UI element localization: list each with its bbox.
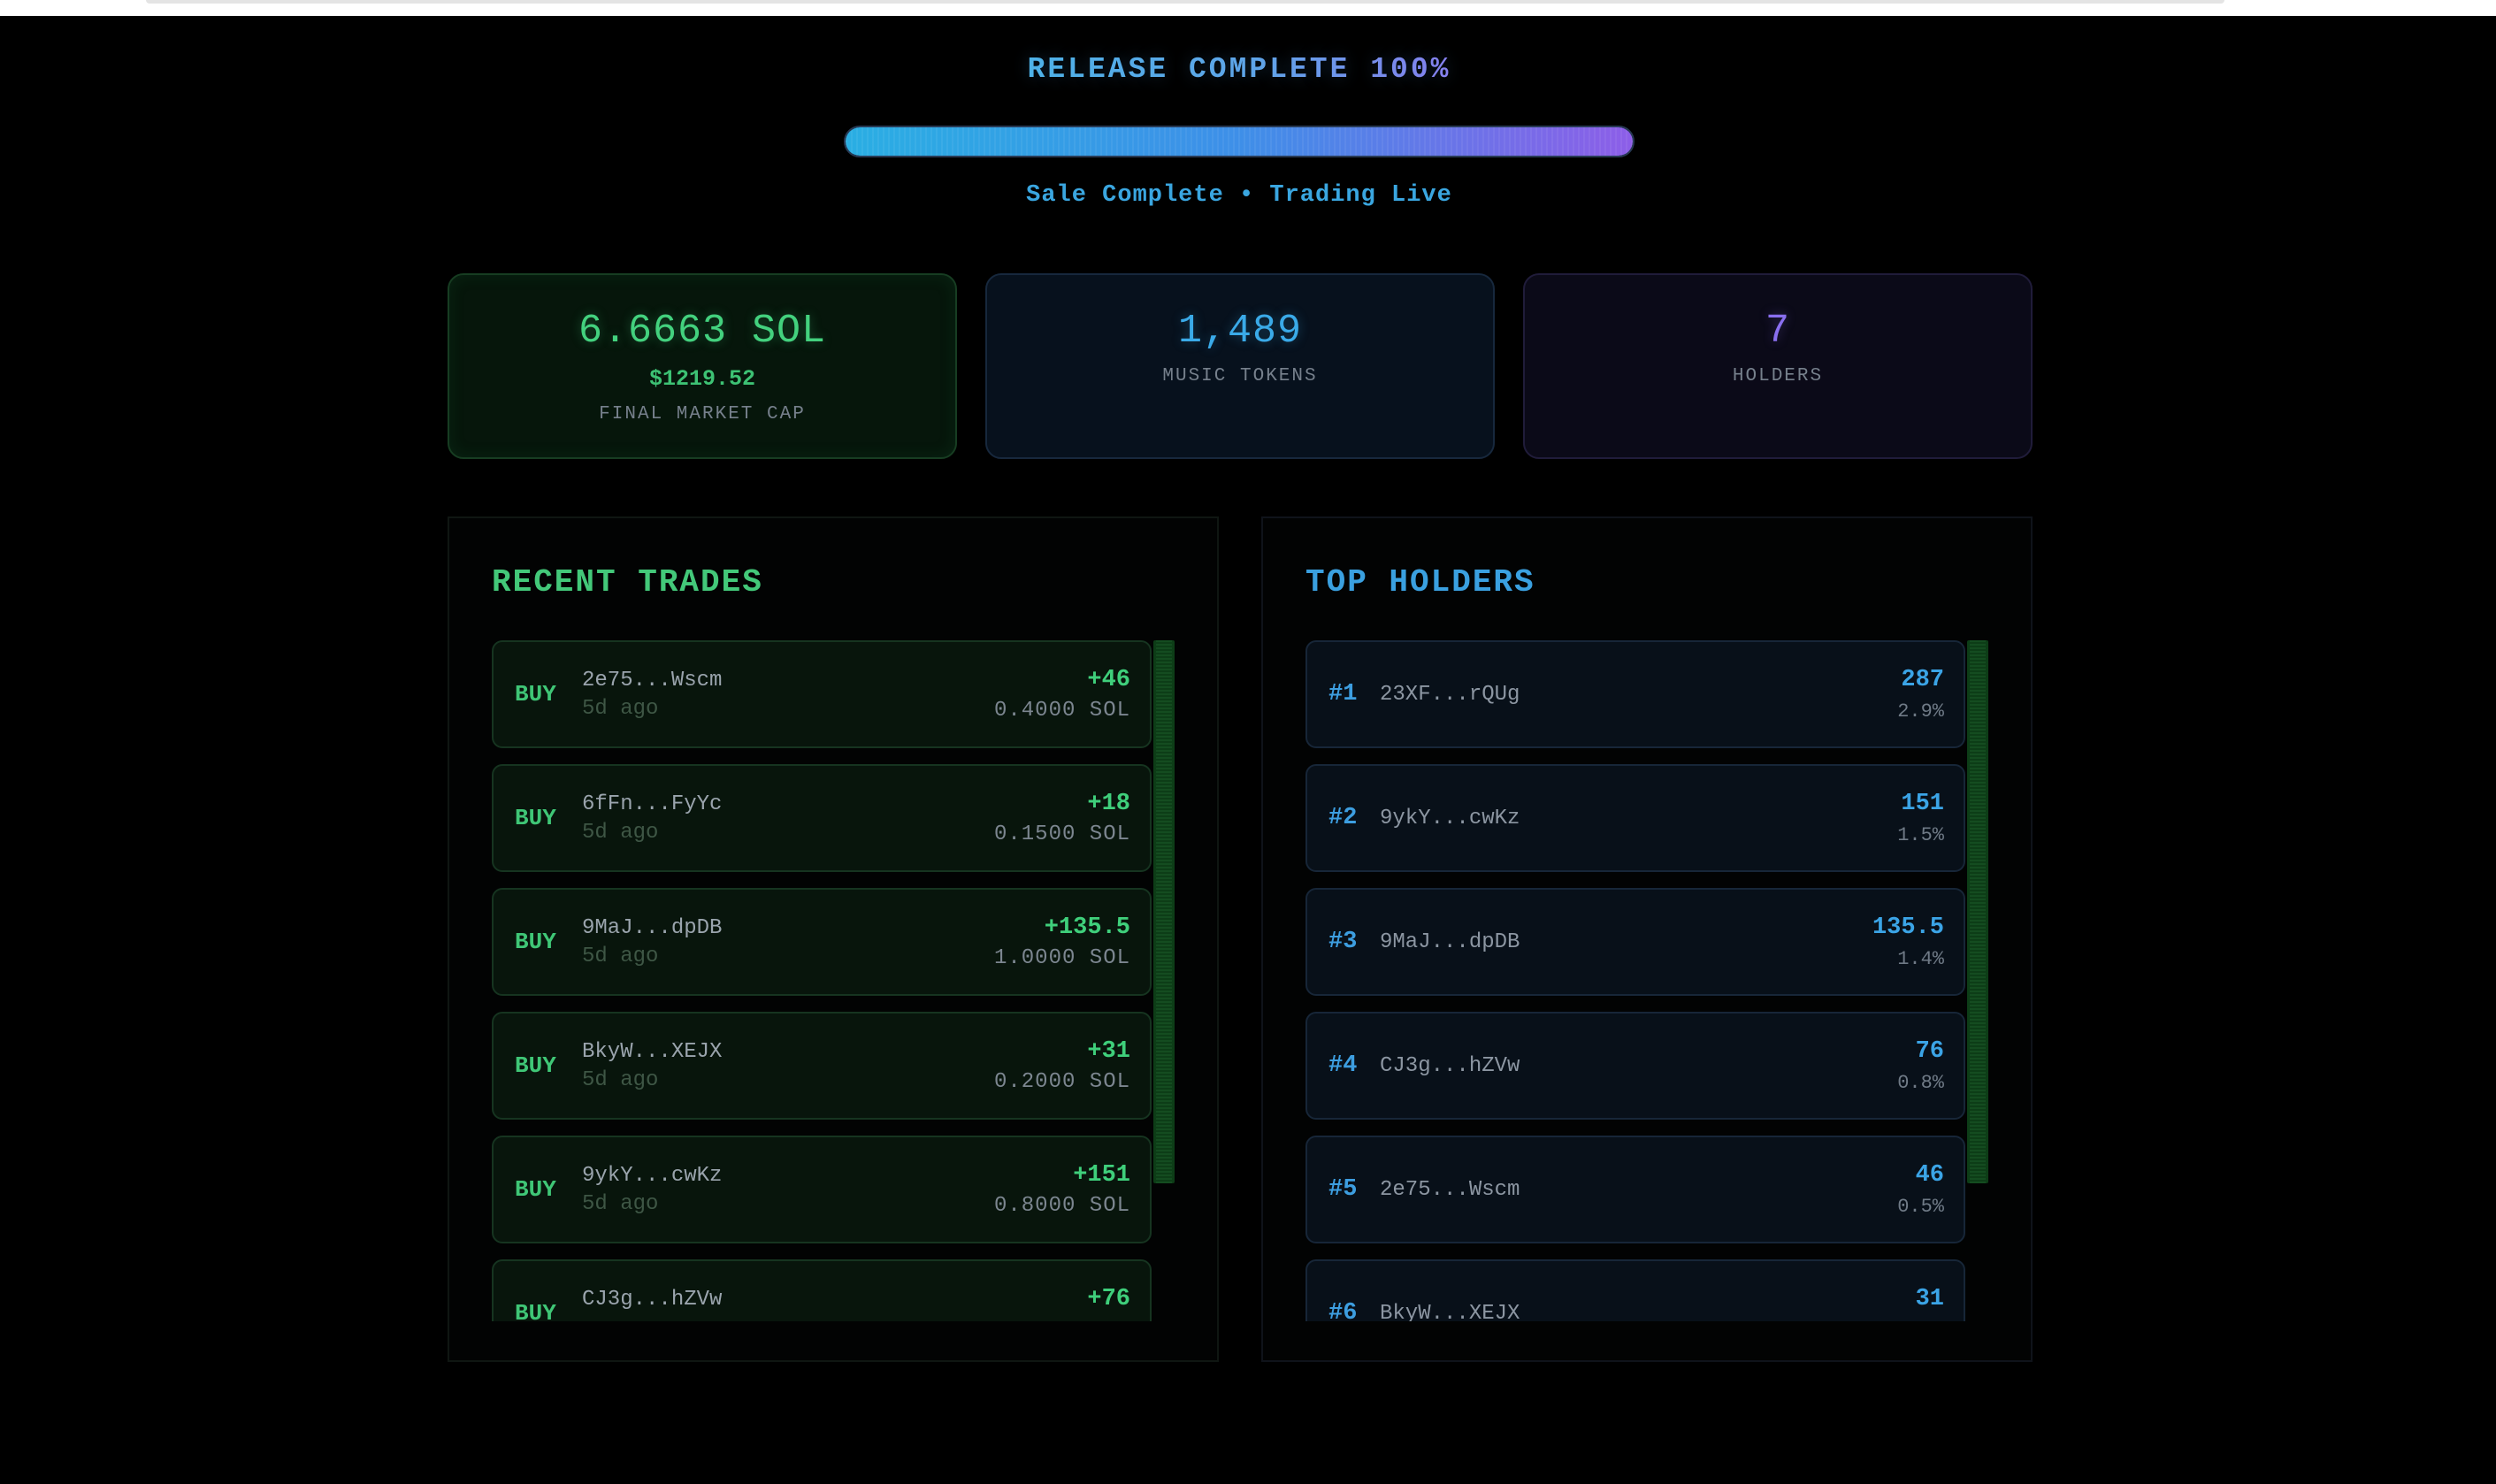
holder-amount: 287 [1901,667,1944,693]
trade-row[interactable]: BUY 9MaJ...dpDB 5d ago +135.5 1.0000 SOL [492,888,1152,996]
trade-time: 5d ago [582,1192,659,1216]
market-cap-label: FINAL MARKET CAP [599,404,806,425]
trade-address: 9MaJ...dpDB [582,916,723,940]
recent-trades-list[interactable]: BUY 2e75...Wscm 5d ago +46 0.4000 SOL BU… [492,640,1182,1321]
holder-rank: #6 [1328,1300,1358,1321]
holder-row[interactable]: #2 9ykY...cwKz 151 1.5% [1305,764,1965,872]
trade-row[interactable]: BUY 2e75...Wscm 5d ago +46 0.4000 SOL [492,640,1152,748]
trade-amount: +46 [1087,667,1130,693]
trade-address: 6fFn...FyYc [582,792,723,816]
holder-row[interactable]: #5 2e75...Wscm 46 0.5% [1305,1136,1965,1243]
trade-type: BUY [515,929,556,955]
recent-trades-panel: RECENT TRADES BUY 2e75...Wscm 5d ago +46… [448,516,1219,1362]
trade-time: 5d ago [582,1068,659,1092]
holder-percent: 1.5% [1897,824,1944,846]
market-cap-value: 6.6663 SOL [578,309,827,354]
trade-type: BUY [515,681,556,708]
trade-type: BUY [515,1176,556,1203]
trade-address: CJ3g...hZVw [582,1288,723,1312]
holder-percent: 1.4% [1897,948,1944,970]
holder-amount: 135.5 [1872,914,1944,941]
holder-row[interactable]: #4 CJ3g...hZVw 76 0.8% [1305,1012,1965,1120]
trade-sol: 0.8000 SOL [993,1194,1130,1218]
holder-rank: #2 [1328,805,1358,831]
holder-percent: 0.5% [1897,1196,1944,1218]
trade-amount: +18 [1087,791,1130,817]
trade-amount: +135.5 [1044,914,1130,941]
music-tokens-label: MUSIC TOKENS [1162,366,1318,386]
trade-amount: +31 [1087,1038,1130,1065]
trade-address: 9ykY...cwKz [582,1164,723,1188]
holder-row[interactable]: #6 BkyW...XEJX 31 [1305,1259,1965,1321]
trade-row[interactable]: BUY 6fFn...FyYc 5d ago +18 0.1500 SOL [492,764,1152,872]
holder-rank: #3 [1328,929,1358,955]
holder-row[interactable]: #3 9MaJ...dpDB 135.5 1.4% [1305,888,1965,996]
release-progress-fill [846,127,1633,156]
trade-sol: 0.4000 SOL [993,699,1130,723]
trade-type: BUY [515,1052,556,1079]
holder-amount: 31 [1915,1286,1944,1312]
holder-rank: #4 [1328,1052,1358,1079]
top-holders-list[interactable]: #1 23XF...rQUg 287 2.9% #2 9ykY...cwKz 1… [1305,640,1995,1321]
trade-amount: +151 [1073,1162,1130,1189]
music-tokens-value: 1,489 [1177,309,1303,354]
release-subtitle: Sale Complete • Trading Live [1026,182,1452,209]
trade-sol: 1.0000 SOL [993,946,1130,970]
holder-rank: #1 [1328,681,1358,708]
holder-address: 9ykY...cwKz [1380,807,1520,830]
recent-trades-title: RECENT TRADES [492,564,763,600]
trade-time: 5d ago [582,821,659,845]
trade-row[interactable]: BUY CJ3g...hZVw +76 [492,1259,1152,1321]
trade-amount: +76 [1087,1286,1130,1312]
top-holders-scrollbar[interactable] [1967,640,1988,1183]
release-progress-bar [844,126,1635,157]
top-holders-panel: TOP HOLDERS #1 23XF...rQUg 287 2.9% #2 9… [1261,516,2033,1362]
holder-amount: 46 [1915,1162,1944,1189]
top-holders-title: TOP HOLDERS [1305,564,1535,600]
holder-amount: 151 [1901,791,1944,817]
trade-type: BUY [515,1300,556,1321]
holder-address: CJ3g...hZVw [1380,1054,1520,1078]
holder-percent: 2.9% [1897,700,1944,723]
market-cap-usd: $1219.52 [648,366,756,392]
holder-percent: 0.8% [1897,1072,1944,1094]
browser-tab-strip [146,0,2224,4]
holder-rank: #5 [1328,1176,1358,1203]
trade-time: 5d ago [582,697,659,721]
trade-row[interactable]: BUY 9ykY...cwKz 5d ago +151 0.8000 SOL [492,1136,1152,1243]
trade-type: BUY [515,805,556,831]
holder-address: 23XF...rQUg [1380,683,1520,707]
trade-row[interactable]: BUY BkyW...XEJX 5d ago +31 0.2000 SOL [492,1012,1152,1120]
holders-value: 7 [1765,309,1790,354]
trade-address: BkyW...XEJX [582,1040,723,1064]
trade-time: 5d ago [582,945,659,968]
holders-card: 7 HOLDERS [1523,273,2033,459]
holder-amount: 76 [1915,1038,1944,1065]
release-status-header: RELEASE COMPLETE 100% [0,53,2478,86]
trade-sol: 0.1500 SOL [993,822,1130,846]
holder-address: 2e75...Wscm [1380,1178,1520,1202]
trade-sol: 0.2000 SOL [993,1070,1130,1094]
browser-top-edge [0,0,2496,16]
music-tokens-card: 1,489 MUSIC TOKENS [985,273,1495,459]
release-title: RELEASE COMPLETE 100% [1027,53,1451,86]
holder-row[interactable]: #1 23XF...rQUg 287 2.9% [1305,640,1965,748]
trade-address: 2e75...Wscm [582,669,723,692]
holder-address: BkyW...XEJX [1380,1302,1520,1321]
holder-address: 9MaJ...dpDB [1380,930,1520,954]
market-cap-card: 6.6663 SOL $1219.52 FINAL MARKET CAP [448,273,957,459]
recent-trades-scrollbar[interactable] [1153,640,1175,1183]
holders-label: HOLDERS [1732,366,1824,386]
